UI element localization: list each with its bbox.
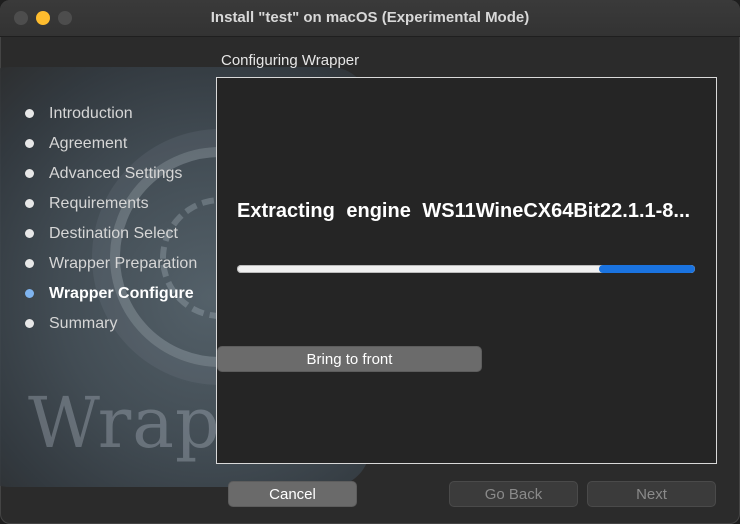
configure-panel: Extracting engine WS11WineCX64Bit22.1.1-… [216,77,717,464]
window-title: Install "test" on macOS (Experimental Mo… [210,9,530,26]
step-advanced-settings: Advanced Settings [24,163,197,193]
step-bullet-icon [25,139,34,148]
go-back-button[interactable]: Go Back [449,481,578,507]
step-label: Introduction [49,105,133,122]
step-introduction: Introduction [24,103,197,133]
step-label: Summary [49,315,118,332]
step-label: Agreement [49,135,128,152]
next-button[interactable]: Next [587,481,716,507]
step-bullet-icon [25,259,34,268]
step-requirements: Requirements [24,193,197,223]
step-bullet-icon [25,229,34,238]
step-bullet-icon [25,199,34,208]
status-text: Extracting engine WS11WineCX64Bit22.1.1-… [237,200,691,222]
step-label: Requirements [49,195,149,212]
step-wrapper-configure: Wrapper Configure [24,283,197,313]
installer-window: Install "test" on macOS (Experimental Mo… [0,0,740,524]
progress-bar-fill [598,265,695,273]
title-bar: Install "test" on macOS (Experimental Mo… [0,0,740,37]
step-label: Advanced Settings [49,165,183,182]
step-active-bullet-icon [25,289,34,298]
installer-steps-list: Introduction Agreement Advanced Settings… [24,103,197,343]
step-agreement: Agreement [24,133,197,163]
step-bullet-icon [25,169,34,178]
step-wrapper-preparation: Wrapper Preparation [24,253,197,283]
step-summary: Summary [24,313,197,343]
step-label: Wrapper Preparation [49,255,198,272]
step-destination-select: Destination Select [24,223,197,253]
step-bullet-icon [25,109,34,118]
step-bullet-icon [25,319,34,328]
progress-bar [237,265,695,273]
step-label: Destination Select [49,225,178,242]
bring-to-front-button[interactable]: Bring to front [217,346,482,372]
cancel-button[interactable]: Cancel [228,481,357,507]
section-title: Configuring Wrapper [221,52,360,69]
step-label: Wrapper Configure [49,285,194,302]
